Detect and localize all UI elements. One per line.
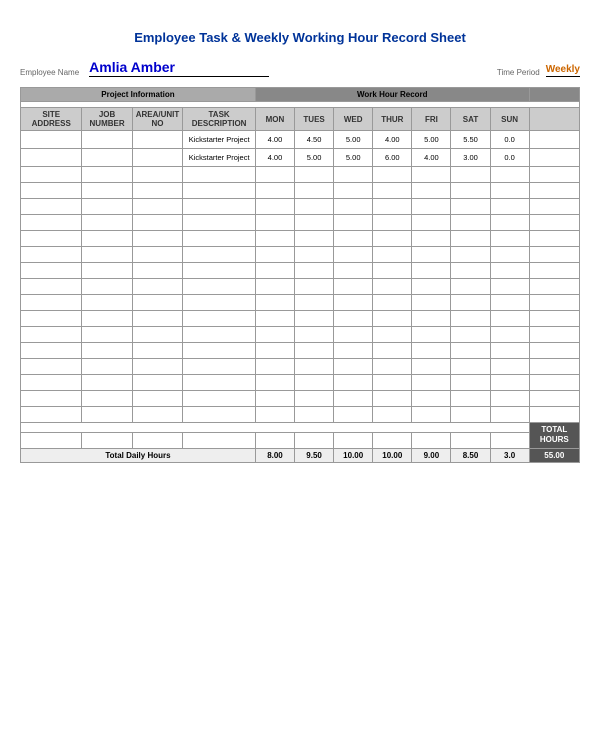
main-table: Project Information Work Hour Record SIT… [20, 87, 580, 463]
col-tue: TUES [295, 108, 334, 131]
empty-row-11 [21, 295, 580, 311]
employee-name-label: Employee Name [20, 68, 79, 77]
total-label: Total Daily Hours [21, 448, 256, 462]
empty-row-17 [21, 391, 580, 407]
row1-sat: 5.50 [451, 131, 490, 149]
data-row-1: Kickstarter Project 4.00 4.50 5.00 4.00 … [21, 131, 580, 149]
project-info-header: Project Information [21, 88, 256, 102]
empty-row-4 [21, 183, 580, 199]
grand-total: 55.00 [529, 448, 579, 462]
section-header-row: Project Information Work Hour Record [21, 88, 580, 102]
row2-wed: 5.00 [334, 149, 373, 167]
empty-row-10 [21, 279, 580, 295]
task-2-desc: Kickstarter Project [183, 149, 256, 167]
col-site-address: SITE ADDRESS [21, 108, 82, 131]
empty-row-16 [21, 375, 580, 391]
col-job-number: JOB NUMBER [82, 108, 132, 131]
time-period-label: Time Period [497, 68, 540, 77]
total-wed: 10.00 [334, 448, 373, 462]
total-hours-header: TOTAL HOURS [529, 423, 579, 449]
total-hours-header-row: TOTAL HOURS [21, 423, 580, 433]
col-thu: THUR [373, 108, 412, 131]
total-sat: 8.50 [451, 448, 490, 462]
empty-row-5 [21, 199, 580, 215]
col-area-unit: AREA/UNIT NO [132, 108, 183, 131]
empty-row-7 [21, 231, 580, 247]
total-sun: 3.0 [490, 448, 529, 462]
col-wed: WED [334, 108, 373, 131]
col-fri: FRI [412, 108, 451, 131]
total-thu: 10.00 [373, 448, 412, 462]
page-title: Employee Task & Weekly Working Hour Reco… [20, 30, 580, 45]
empty-row-12 [21, 311, 580, 327]
empty-row-19 [21, 432, 580, 448]
row1-mon: 4.00 [255, 131, 294, 149]
row1-wed: 5.00 [334, 131, 373, 149]
row1-sun: 0.0 [490, 131, 529, 149]
empty-row-13 [21, 327, 580, 343]
totals-row: Total Daily Hours 8.00 9.50 10.00 10.00 … [21, 448, 580, 462]
employee-name-value: Amlia Amber [89, 59, 269, 77]
row1-thu: 4.00 [373, 131, 412, 149]
col-sat: SAT [451, 108, 490, 131]
row1-tue: 4.50 [295, 131, 334, 149]
task-1-desc: Kickstarter Project [183, 131, 256, 149]
row2-sat: 3.00 [451, 149, 490, 167]
time-period-section: Time Period Weekly [497, 64, 580, 77]
empty-row-3 [21, 167, 580, 183]
time-period-value: Weekly [546, 64, 580, 77]
empty-row-6 [21, 215, 580, 231]
col-sun: SUN [490, 108, 529, 131]
empty-row-8 [21, 247, 580, 263]
column-header-row: SITE ADDRESS JOB NUMBER AREA/UNIT NO TAS… [21, 108, 580, 131]
work-hour-record-header: Work Hour Record [255, 88, 529, 102]
row2-thu: 6.00 [373, 149, 412, 167]
empty-row-9 [21, 263, 580, 279]
empty-row-18 [21, 407, 580, 423]
empty-row-15 [21, 359, 580, 375]
total-fri: 9.00 [412, 448, 451, 462]
row2-sun: 0.0 [490, 149, 529, 167]
row1-fri: 5.00 [412, 131, 451, 149]
col-task-desc: TASK DESCRIPTION [183, 108, 256, 131]
row2-tue: 5.00 [295, 149, 334, 167]
empty-row-14 [21, 343, 580, 359]
data-row-2: Kickstarter Project 4.00 5.00 5.00 6.00 … [21, 149, 580, 167]
total-mon: 8.00 [255, 448, 294, 462]
header-section: Employee Name Amlia Amber Time Period We… [20, 59, 580, 77]
total-tue: 9.50 [295, 448, 334, 462]
row2-mon: 4.00 [255, 149, 294, 167]
col-mon: MON [255, 108, 294, 131]
row2-fri: 4.00 [412, 149, 451, 167]
